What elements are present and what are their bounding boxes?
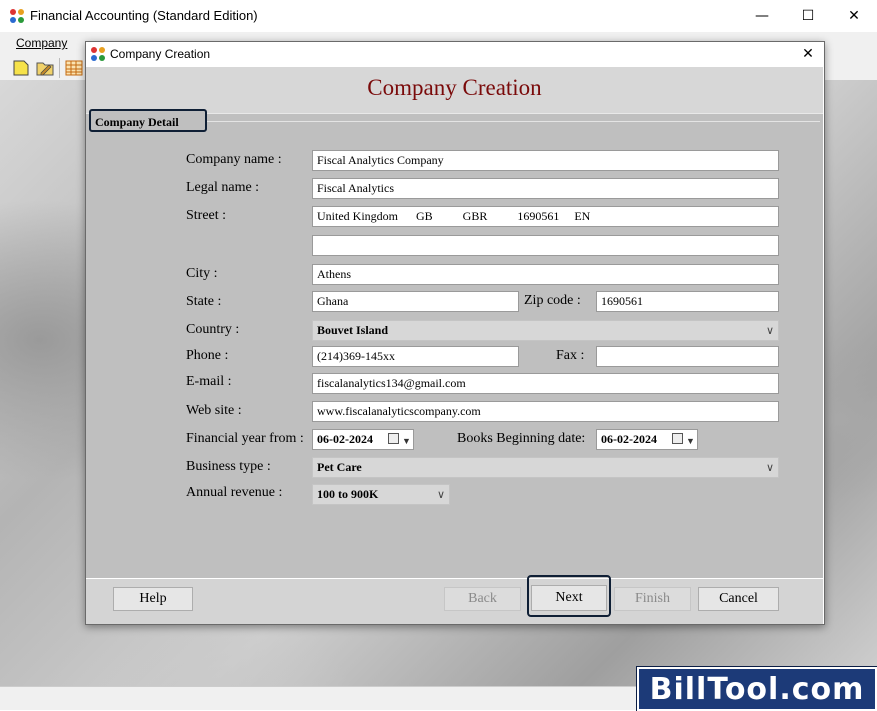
label-company-name: Company name : [186, 152, 282, 167]
next-button[interactable]: Next [531, 585, 607, 611]
dialog-title: Company Creation [110, 47, 211, 61]
open-company-icon[interactable] [35, 58, 55, 78]
fy-from-date-picker[interactable]: 06-02-2024 ▼ [312, 429, 414, 450]
calendar-icon[interactable] [388, 433, 399, 444]
annual-revenue-value: 100 to 900K [317, 487, 379, 501]
cancel-button[interactable]: Cancel [698, 587, 779, 611]
calendar-icon[interactable] [672, 433, 683, 444]
annual-revenue-select[interactable]: 100 to 900K ∨ [312, 484, 450, 505]
state-input[interactable]: Ghana [312, 291, 519, 312]
email-input[interactable]: fiscalanalytics134@gmail.com [312, 373, 779, 394]
fax-input[interactable] [596, 346, 779, 367]
new-company-icon[interactable] [11, 58, 31, 78]
books-begin-value: 06-02-2024 [601, 432, 657, 446]
chevron-down-icon: ∨ [436, 489, 445, 501]
label-business-type: Business type : [186, 459, 271, 474]
street-line2-input[interactable] [312, 235, 779, 256]
label-website: Web site : [186, 403, 242, 418]
dropdown-arrow-icon: ▼ [402, 436, 411, 446]
street-line1-input[interactable]: United Kingdom GB GBR 1690561 EN [312, 206, 779, 227]
minimize-button[interactable]: — [739, 0, 785, 32]
maximize-button[interactable]: ☐ [785, 0, 831, 32]
group-title: Company Detail [89, 109, 207, 132]
country-select[interactable]: Bouvet Island ∨ [312, 320, 779, 341]
dialog-icon [91, 47, 105, 61]
toolbar-separator [59, 58, 60, 78]
app-logo-icon [10, 9, 24, 23]
label-zip: Zip code : [524, 293, 581, 308]
city-input[interactable]: Athens [312, 264, 779, 285]
billtool-brand-logo: BillTool.com [637, 667, 877, 711]
country-select-value: Bouvet Island [317, 323, 389, 337]
dialog-close-icon[interactable]: ✕ [798, 44, 818, 64]
page-title: Company Creation [367, 75, 542, 100]
zip-input[interactable]: 1690561 [596, 291, 779, 312]
website-input[interactable]: www.fiscalanalyticscompany.com [312, 401, 779, 422]
label-city: City : [186, 266, 218, 281]
label-country: Country : [186, 322, 240, 337]
app-title: Financial Accounting (Standard Edition) [30, 8, 258, 23]
label-email: E-mail : [186, 374, 232, 389]
chevron-down-icon: ∨ [765, 462, 774, 474]
dropdown-arrow-icon: ▼ [686, 436, 695, 446]
phone-input[interactable]: (214)369-145xx [312, 346, 519, 367]
label-street: Street : [186, 208, 227, 223]
close-button[interactable]: ✕ [831, 0, 877, 32]
grid-icon[interactable] [64, 58, 84, 78]
company-name-input[interactable]: Fiscal Analytics Company [312, 150, 779, 171]
business-type-value: Pet Care [317, 460, 362, 474]
back-button[interactable]: Back [444, 587, 521, 611]
fy-from-value: 06-02-2024 [317, 432, 373, 446]
menu-company[interactable]: Company [16, 36, 67, 50]
business-type-select[interactable]: Pet Care ∨ [312, 457, 779, 478]
label-legal-name: Legal name : [186, 180, 260, 195]
label-fy-from: Financial year from : [186, 431, 304, 446]
books-begin-date-picker[interactable]: 06-02-2024 ▼ [596, 429, 698, 450]
label-state: State : [186, 294, 222, 309]
help-button[interactable]: Help [113, 587, 193, 611]
finish-button[interactable]: Finish [614, 587, 691, 611]
label-annual-revenue: Annual revenue : [186, 485, 283, 500]
label-phone: Phone : [186, 348, 229, 363]
label-fax: Fax : [556, 348, 585, 363]
legal-name-input[interactable]: Fiscal Analytics [312, 178, 779, 199]
label-books-begin: Books Beginning date: [457, 431, 586, 446]
chevron-down-icon: ∨ [765, 325, 774, 337]
